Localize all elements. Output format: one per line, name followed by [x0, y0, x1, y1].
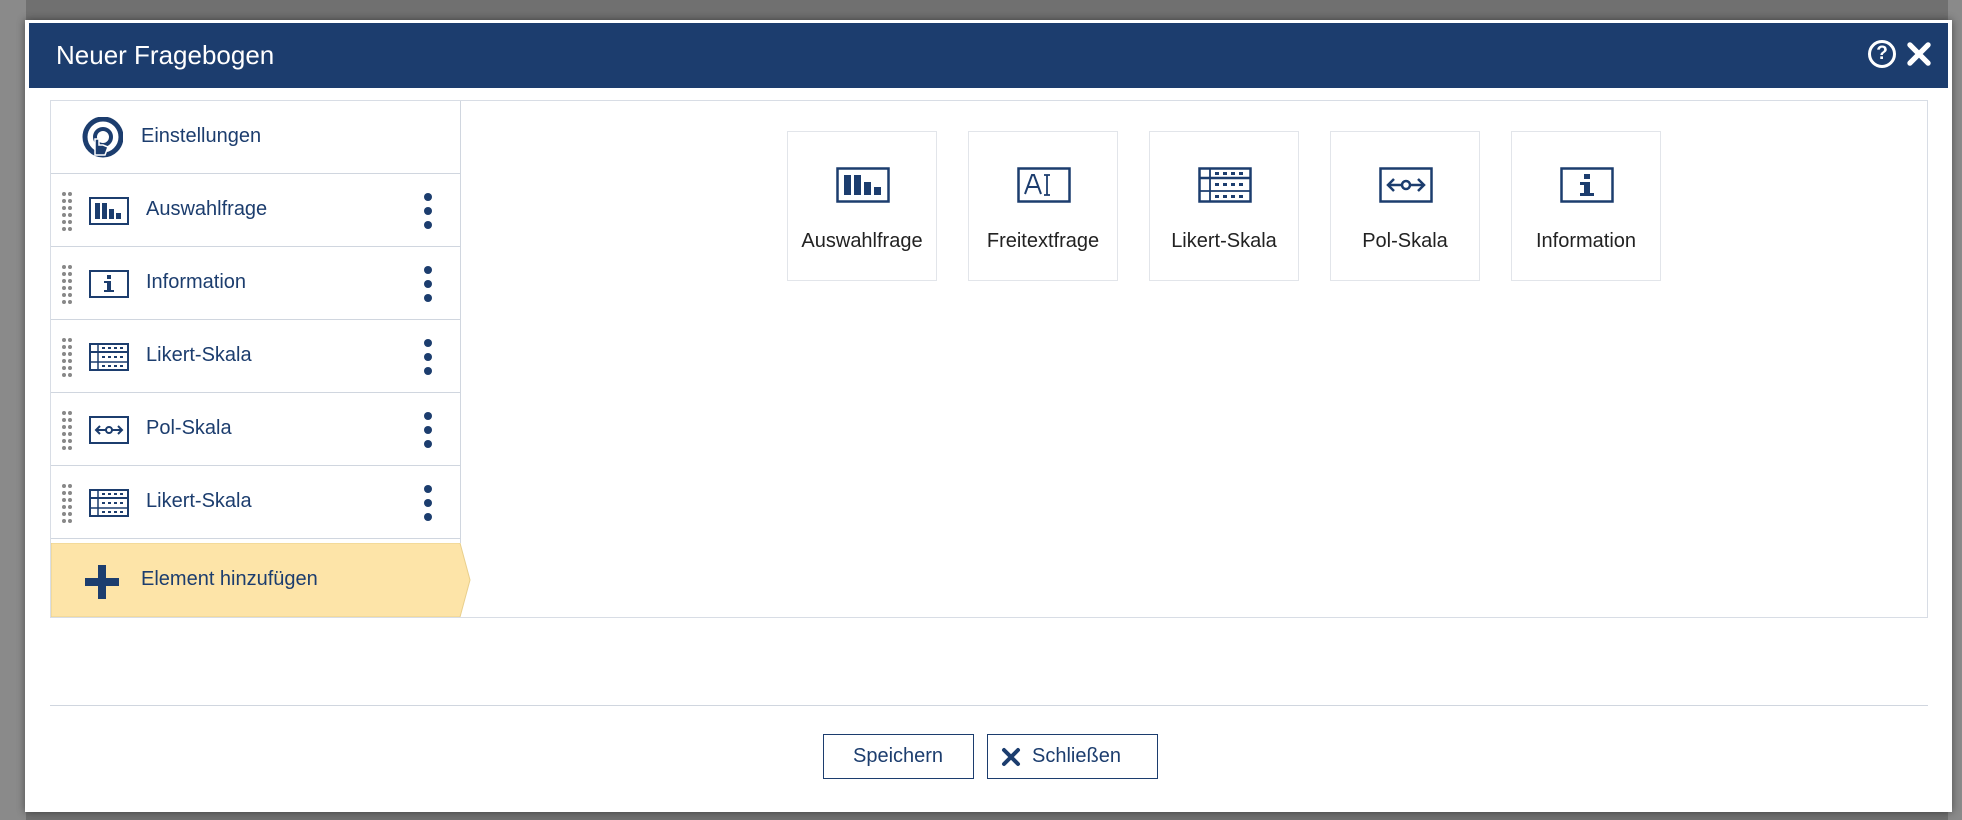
save-button[interactable]: Speichern — [823, 734, 974, 779]
likert-grid-icon — [89, 489, 129, 517]
close-x-icon — [1002, 748, 1020, 766]
kebab-menu-icon[interactable] — [421, 192, 435, 230]
pole-scale-icon — [1379, 167, 1433, 203]
sidebar-item-label: Likert-Skala — [146, 490, 252, 512]
close-button[interactable]: Schließen — [987, 734, 1158, 779]
sidebar-item-label: Einstellungen — [141, 125, 262, 147]
tile-pol-skala[interactable]: Pol-Skala — [1330, 131, 1480, 281]
sidebar-item-label: Auswahlfrage — [146, 198, 268, 220]
dialog-titlebar: Neuer Fragebogen ? — [29, 23, 1948, 88]
kebab-menu-icon[interactable] — [421, 338, 435, 376]
pole-scale-icon — [89, 416, 129, 444]
likert-grid-icon — [1198, 167, 1252, 203]
drag-handle-icon[interactable] — [61, 483, 73, 523]
tile-label: Auswahlfrage — [801, 230, 923, 252]
sidebar-item-likert-skala-2[interactable]: Likert-Skala — [51, 466, 460, 539]
questionnaire-dialog: Neuer Fragebogen ? Einstellungen Auswahl… — [25, 20, 1952, 812]
footer-divider — [50, 705, 1928, 706]
tile-label: Likert-Skala — [1171, 230, 1277, 252]
sidebar-item-label: Pol-Skala — [146, 417, 232, 439]
drag-handle-icon[interactable] — [61, 191, 73, 231]
bar-chart-icon — [89, 197, 129, 225]
close-button-label: Schließen — [1032, 745, 1121, 767]
drag-handle-icon[interactable] — [61, 410, 73, 450]
kebab-menu-icon[interactable] — [421, 411, 435, 449]
tile-label: Freitextfrage — [986, 230, 1100, 252]
help-icon[interactable]: ? — [1868, 40, 1896, 68]
dialog-title: Neuer Fragebogen — [56, 40, 275, 70]
element-sidebar: Einstellungen Auswahlfrage Information L… — [51, 101, 471, 617]
info-box-icon — [89, 270, 129, 298]
drag-handle-icon[interactable] — [61, 337, 73, 377]
kebab-menu-icon[interactable] — [421, 484, 435, 522]
close-icon[interactable] — [1906, 39, 1934, 69]
plus-icon — [85, 565, 119, 599]
sidebar-item-label: Likert-Skala — [146, 344, 252, 366]
tile-freitextfrage[interactable]: Freitextfrage — [968, 131, 1118, 281]
drag-handle-icon[interactable] — [61, 264, 73, 304]
info-box-icon — [1560, 167, 1614, 203]
add-element-label: Element hinzufügen — [141, 568, 318, 590]
tile-information[interactable]: Information — [1511, 131, 1661, 281]
add-element-button[interactable]: Element hinzufügen — [51, 543, 471, 617]
background-page-left — [0, 0, 26, 820]
likert-grid-icon — [89, 343, 129, 371]
save-button-label: Speichern — [853, 745, 944, 767]
tile-label: Information — [1535, 230, 1637, 252]
sidebar-item-pol-skala[interactable]: Pol-Skala — [51, 393, 460, 466]
touch-settings-icon — [82, 117, 123, 158]
tile-likert-skala[interactable]: Likert-Skala — [1149, 131, 1299, 281]
tile-label: Pol-Skala — [1362, 230, 1448, 252]
sidebar-item-likert-skala[interactable]: Likert-Skala — [51, 320, 460, 393]
sidebar-item-information[interactable]: Information — [51, 247, 460, 320]
editor-area: Einstellungen Auswahlfrage Information L… — [50, 100, 1928, 618]
sidebar-divider — [460, 101, 461, 543]
sidebar-item-auswahlfrage[interactable]: Auswahlfrage — [51, 174, 460, 247]
tile-auswahlfrage[interactable]: Auswahlfrage — [787, 131, 937, 281]
sidebar-item-settings[interactable]: Einstellungen — [51, 101, 460, 174]
sidebar-item-label: Information — [146, 271, 247, 293]
bar-chart-icon — [836, 167, 890, 203]
kebab-menu-icon[interactable] — [421, 265, 435, 303]
text-input-icon — [1017, 167, 1071, 203]
